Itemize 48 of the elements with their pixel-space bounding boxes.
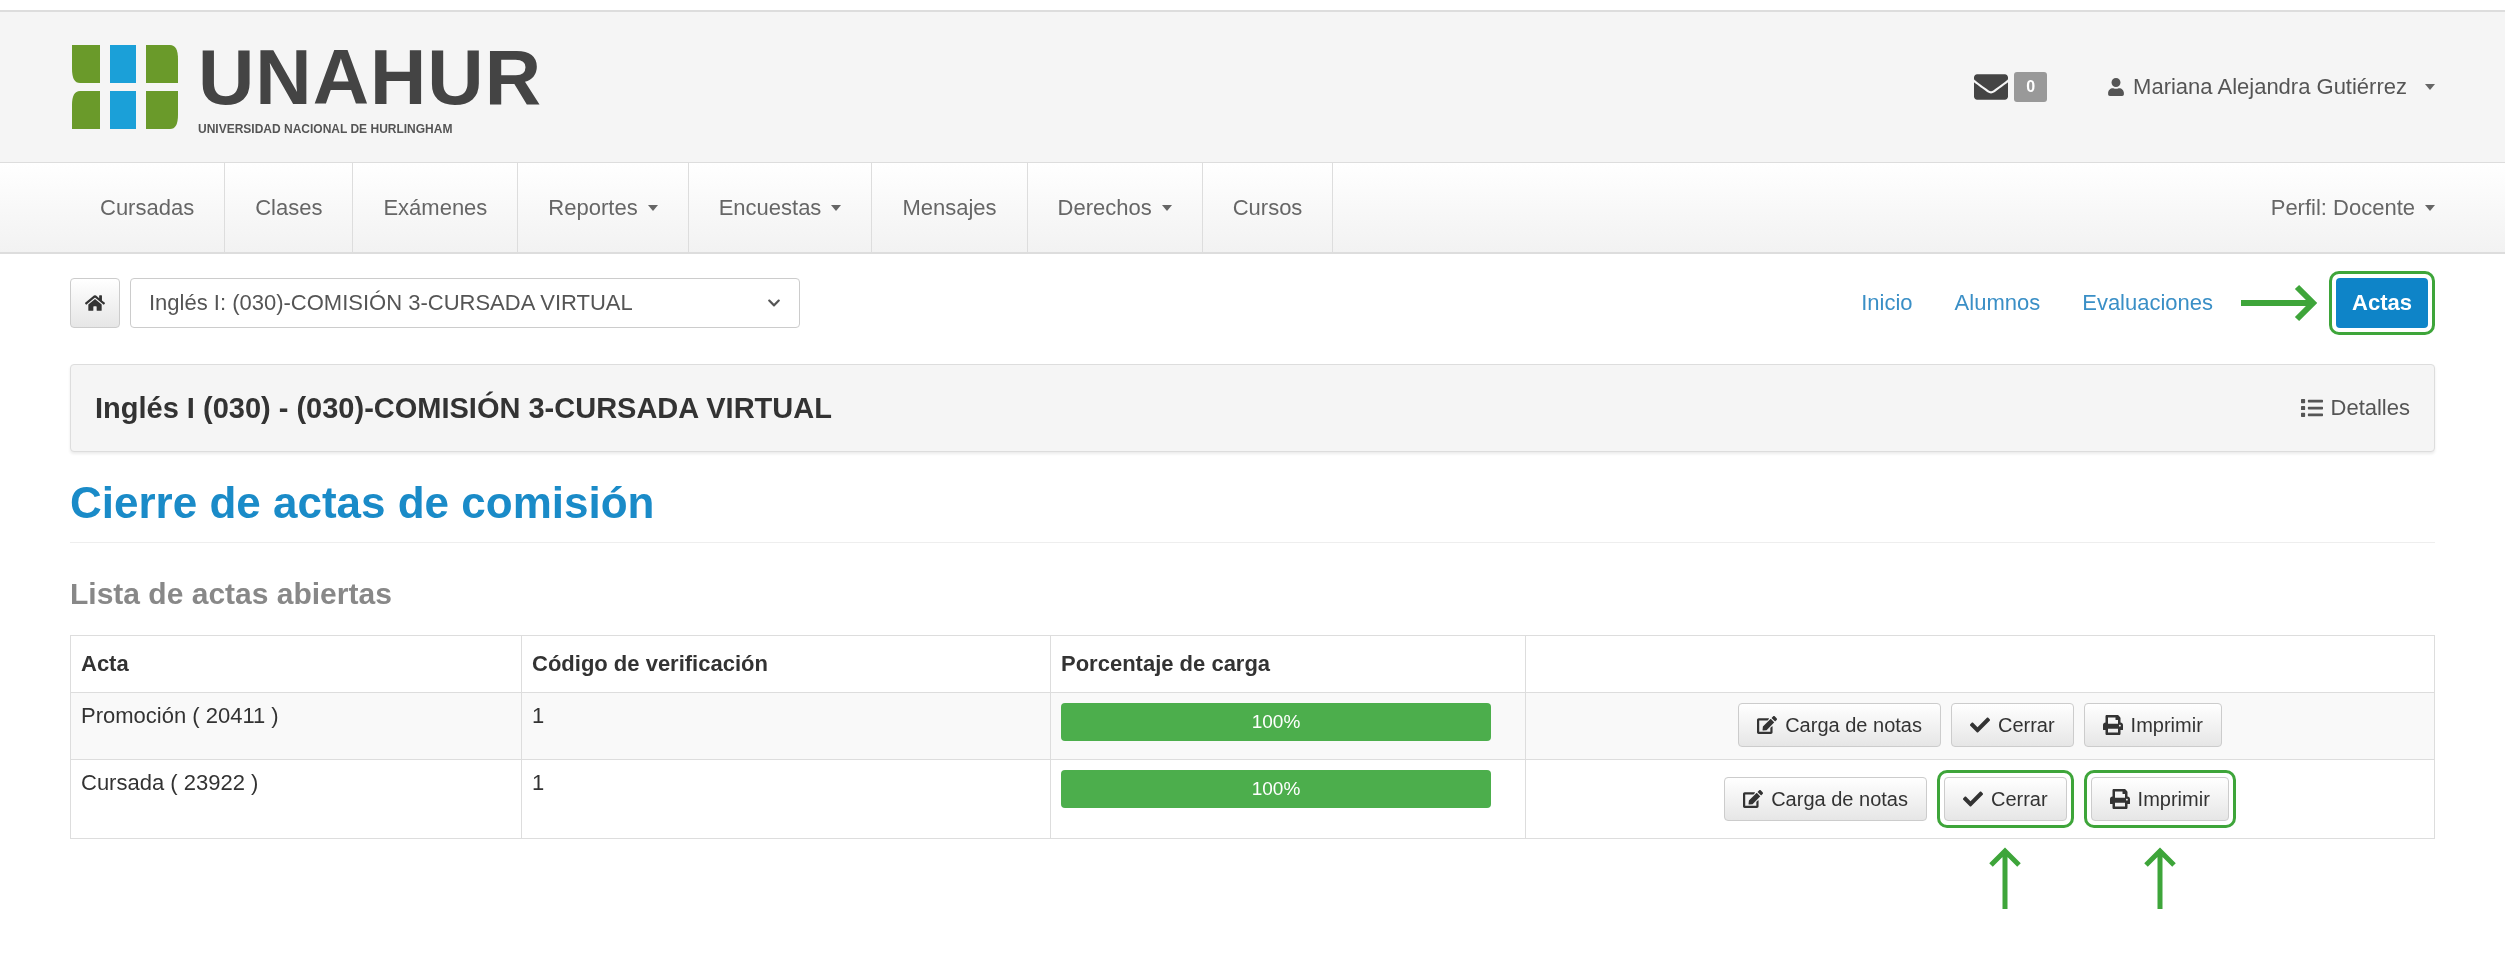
messages-button[interactable]: 0 bbox=[1974, 70, 2048, 104]
nav-item[interactable]: Clases bbox=[225, 163, 354, 252]
action-button[interactable]: Cerrar bbox=[1950, 703, 2074, 747]
subnav-tab[interactable]: Evaluaciones bbox=[2066, 278, 2230, 328]
nav-item[interactable]: Cursos bbox=[1202, 163, 1334, 252]
message-count: 0 bbox=[2014, 72, 2048, 102]
course-select[interactable]: Inglés I: (030)-COMISIÓN 3-CURSADA VIRTUAL bbox=[130, 278, 800, 328]
nav-item[interactable]: Exámenes bbox=[353, 163, 519, 252]
nav-item[interactable]: Cursadas bbox=[70, 163, 226, 252]
check-icon bbox=[1969, 715, 1990, 735]
action-button[interactable]: Cerrar bbox=[1943, 777, 2067, 821]
home-icon bbox=[85, 293, 105, 313]
nav-item[interactable]: Reportes bbox=[518, 163, 689, 252]
action-button[interactable]: Imprimir bbox=[2083, 703, 2222, 747]
progress-fill: 100% bbox=[1061, 703, 1491, 741]
action-button[interactable]: Carga de notas bbox=[1738, 703, 1941, 747]
table-cell: Cursada ( 23922 ) bbox=[70, 759, 522, 839]
logo-title: UNAHUR bbox=[198, 38, 542, 116]
nav-item[interactable]: Mensajes bbox=[872, 163, 1028, 252]
subnav-tab[interactable]: Actas bbox=[2336, 278, 2428, 328]
nav-item[interactable]: Derechos bbox=[1027, 163, 1203, 252]
logo-subtitle: UNIVERSIDAD NACIONAL DE HURLINGHAM bbox=[198, 122, 454, 136]
column-header: Acta bbox=[70, 635, 522, 693]
panel-title: Inglés I (030) - (030)-COMISIÓN 3-CURSADA VIRTUAL bbox=[95, 391, 832, 425]
home-button[interactable] bbox=[70, 278, 120, 328]
user-menu[interactable]: Mariana Alejandra Gutiérrez bbox=[2107, 74, 2435, 100]
action-button[interactable]: Imprimir bbox=[2090, 777, 2229, 821]
section-title: Lista de actas abiertas bbox=[70, 577, 393, 611]
page-title: Cierre de actas de comisión bbox=[70, 478, 2435, 543]
edit-icon bbox=[1743, 789, 1764, 809]
table-cell: 1 bbox=[521, 759, 1051, 839]
table-cell: Promoción ( 20411 ) bbox=[70, 692, 522, 760]
details-link[interactable]: Detalles bbox=[2300, 395, 2410, 421]
progress-fill: 100% bbox=[1061, 770, 1491, 808]
printer-icon bbox=[2109, 789, 2130, 809]
printer-icon bbox=[2102, 715, 2123, 735]
subnav-tab[interactable]: Alumnos bbox=[1938, 278, 2057, 328]
subnav-tab[interactable]: Inicio bbox=[1845, 278, 1929, 328]
table-cell: 1 bbox=[521, 692, 1051, 760]
column-header: Código de verificación bbox=[521, 635, 1051, 693]
edit-icon bbox=[1757, 715, 1778, 735]
check-icon bbox=[1962, 789, 1983, 809]
column-header: Porcentaje de carga bbox=[1050, 635, 1526, 693]
list-icon bbox=[2300, 397, 2323, 419]
action-button[interactable]: Carga de notas bbox=[1724, 777, 1927, 821]
profile-menu[interactable]: Perfil: Docente bbox=[2270, 163, 2435, 252]
nav-item[interactable]: Encuestas bbox=[688, 163, 873, 252]
user-icon bbox=[2107, 78, 2126, 96]
